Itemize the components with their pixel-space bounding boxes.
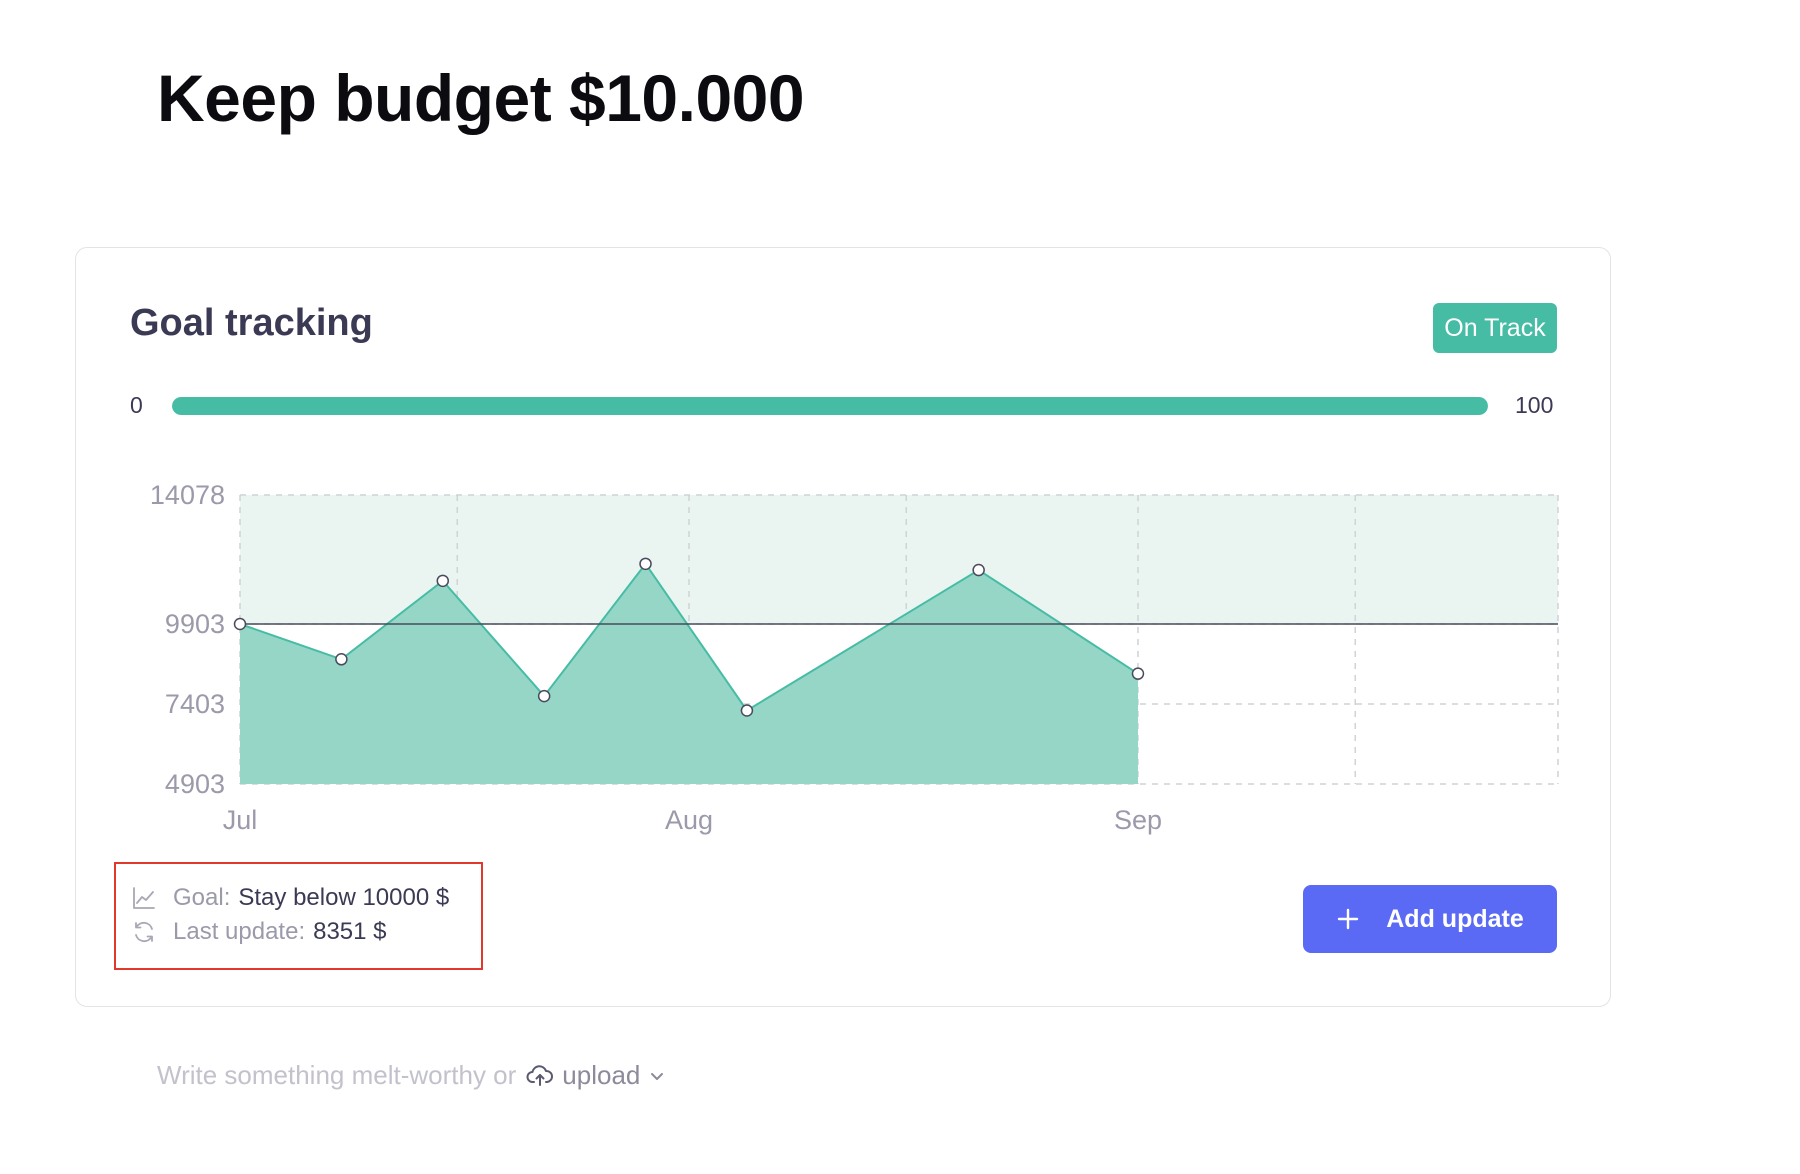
refresh-icon bbox=[131, 919, 157, 945]
last-update-label: Last update: bbox=[173, 918, 306, 945]
data-point bbox=[335, 653, 348, 666]
goal-row: Goal: Stay below 10000 $ bbox=[131, 881, 449, 915]
data-point bbox=[1131, 667, 1145, 680]
data-point bbox=[233, 617, 247, 631]
goal-value: Stay below 10000 $ bbox=[238, 884, 450, 911]
last-update-row: Last update: 8351 $ bbox=[131, 915, 449, 949]
composer[interactable]: Write something melt-worthy or upload bbox=[157, 1060, 666, 1091]
x-tick-label: Jul bbox=[223, 805, 258, 835]
x-tick-label: Sep bbox=[1114, 805, 1162, 835]
y-tick-label: 14078 bbox=[150, 480, 225, 510]
last-update-value: 8351 $ bbox=[313, 918, 387, 945]
add-update-button[interactable]: Add update bbox=[1303, 885, 1557, 953]
goal-meta: Goal: Stay below 10000 $ Last update: 83… bbox=[131, 881, 449, 949]
y-tick-label: 7403 bbox=[165, 689, 225, 719]
chevron-down-icon bbox=[648, 1067, 666, 1085]
y-tick-label: 9903 bbox=[165, 609, 225, 639]
data-point bbox=[972, 563, 985, 577]
data-point bbox=[639, 557, 652, 571]
plus-icon bbox=[1336, 907, 1360, 931]
y-tick-label: 4903 bbox=[165, 769, 225, 799]
data-point bbox=[740, 704, 754, 717]
data-point bbox=[537, 689, 551, 703]
composer-placeholder[interactable]: Write something melt-worthy or bbox=[157, 1060, 516, 1091]
cloud-upload-icon bbox=[526, 1064, 554, 1088]
data-point bbox=[436, 574, 450, 588]
x-tick-label: Aug bbox=[665, 805, 713, 835]
goal-label: Goal: bbox=[173, 884, 231, 911]
add-update-label: Add update bbox=[1386, 904, 1524, 933]
line-chart-icon bbox=[131, 885, 157, 911]
upload-dropdown[interactable]: upload bbox=[526, 1060, 666, 1091]
upload-label: upload bbox=[562, 1060, 641, 1090]
goal-chart: 14078 9903 7403 4903 Jul Aug Sep bbox=[150, 480, 1559, 835]
